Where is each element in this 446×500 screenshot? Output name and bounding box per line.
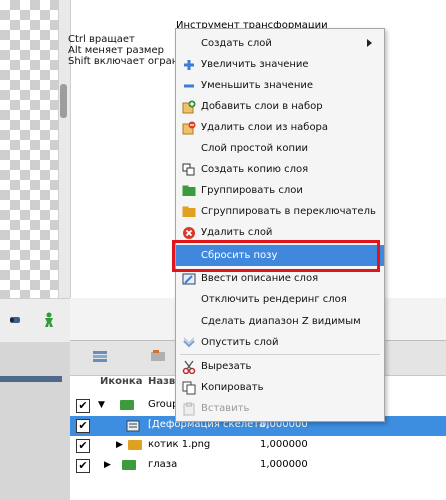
visibility-checkbox[interactable]: ✔ xyxy=(76,459,90,473)
column-name-header[interactable]: Назв xyxy=(148,376,175,387)
menu-item-create-layer[interactable]: Создать слой xyxy=(176,33,384,54)
plus-icon xyxy=(181,57,197,73)
layer-row-kotik[interactable]: ✔ ▶ котик 1.png 1,000000 xyxy=(70,436,446,456)
layer-name: котик 1.png xyxy=(148,439,211,450)
tool-strip xyxy=(0,298,70,343)
folder-icon xyxy=(120,400,134,410)
paste-icon xyxy=(181,401,197,417)
layer-row-eyes[interactable]: ✔ ▶ глаза 1,000000 xyxy=(70,456,446,476)
copy-icon xyxy=(181,380,197,396)
add-to-set-icon xyxy=(181,99,197,115)
scissors-icon xyxy=(181,359,197,375)
menu-item-group-into-switch[interactable]: Сгруппировать в переключатель xyxy=(176,201,384,222)
switch-folder-icon xyxy=(181,204,197,220)
menu-separator xyxy=(180,354,380,355)
remove-from-set-icon xyxy=(181,120,197,136)
layer-name: Group xyxy=(148,399,179,410)
menu-item-duplicate-layer[interactable]: Создать копию слоя xyxy=(176,159,384,180)
left-panel-gray xyxy=(0,342,70,500)
menu-item-remove-from-set[interactable]: Удалить слои из набора xyxy=(176,117,384,138)
character-tool-icon[interactable] xyxy=(38,309,60,331)
menu-item-paste[interactable]: Вставить xyxy=(176,398,384,419)
minus-icon xyxy=(181,78,197,94)
menu-item-disable-rendering[interactable]: Отключить рендеринг слоя xyxy=(176,289,384,310)
visibility-checkbox[interactable]: ✔ xyxy=(76,419,90,433)
layer-value: 1,000000 xyxy=(260,459,308,470)
menu-item-group-layers[interactable]: Группировать слои xyxy=(176,180,384,201)
annotation-highlight-box xyxy=(172,240,380,272)
submenu-arrow-icon xyxy=(367,39,372,47)
column-icon-header[interactable]: Иконка xyxy=(100,376,142,387)
menu-item-cut[interactable]: Вырезать xyxy=(176,356,384,377)
blank-icon xyxy=(181,292,197,308)
visibility-checkbox[interactable]: ✔ xyxy=(76,439,90,453)
blank-icon xyxy=(181,314,197,330)
folder-icon xyxy=(122,460,136,470)
switch-folder-icon xyxy=(128,440,142,450)
layer-value: 1,000000 xyxy=(260,439,308,450)
layers-tab-icon[interactable] xyxy=(92,349,108,366)
context-menu: Создать слой Увеличить значение Уменьшит… xyxy=(175,28,385,422)
lower-icon xyxy=(181,335,197,351)
expand-arrow-icon[interactable]: ▼ xyxy=(98,400,105,410)
canvas-checkerboard[interactable] xyxy=(0,0,58,298)
hint-ctrl: Ctrl вращает xyxy=(68,34,135,45)
blank-icon xyxy=(181,141,197,157)
menu-item-decrease-value[interactable]: Уменьшить значение xyxy=(176,75,384,96)
layer-type-icon xyxy=(126,419,140,436)
hint-alt: Alt меняет размер xyxy=(68,45,164,56)
folder-icon xyxy=(181,183,197,199)
menu-item-add-to-set[interactable]: Добавить слои в набор xyxy=(176,96,384,117)
menu-item-lower-layer[interactable]: Опустить слой xyxy=(176,332,384,353)
expand-arrow-icon[interactable]: ▶ xyxy=(104,460,111,470)
describe-icon xyxy=(181,271,197,287)
visibility-checkbox[interactable]: ✔ xyxy=(76,399,90,413)
blank-icon xyxy=(181,36,197,52)
left-panel-selection-strip xyxy=(0,376,62,382)
scrollbar-thumb[interactable] xyxy=(60,84,67,118)
hint-shift: Shift включает огранич xyxy=(68,56,191,67)
second-tab-icon[interactable] xyxy=(150,349,166,366)
delete-icon xyxy=(181,225,197,241)
menu-item-copy[interactable]: Копировать xyxy=(176,377,384,398)
menu-item-increase-value[interactable]: Увеличить значение xyxy=(176,54,384,75)
bone-tool-icon[interactable] xyxy=(4,309,26,331)
menu-item-simple-copy-layer[interactable]: Слой простой копии xyxy=(176,138,384,159)
menu-item-make-z-range-visible[interactable]: Сделать диапазон Z видимым xyxy=(176,311,384,332)
expand-arrow-icon[interactable]: ▶ xyxy=(116,440,123,450)
layer-name: глаза xyxy=(148,459,178,470)
duplicate-icon xyxy=(181,162,197,178)
